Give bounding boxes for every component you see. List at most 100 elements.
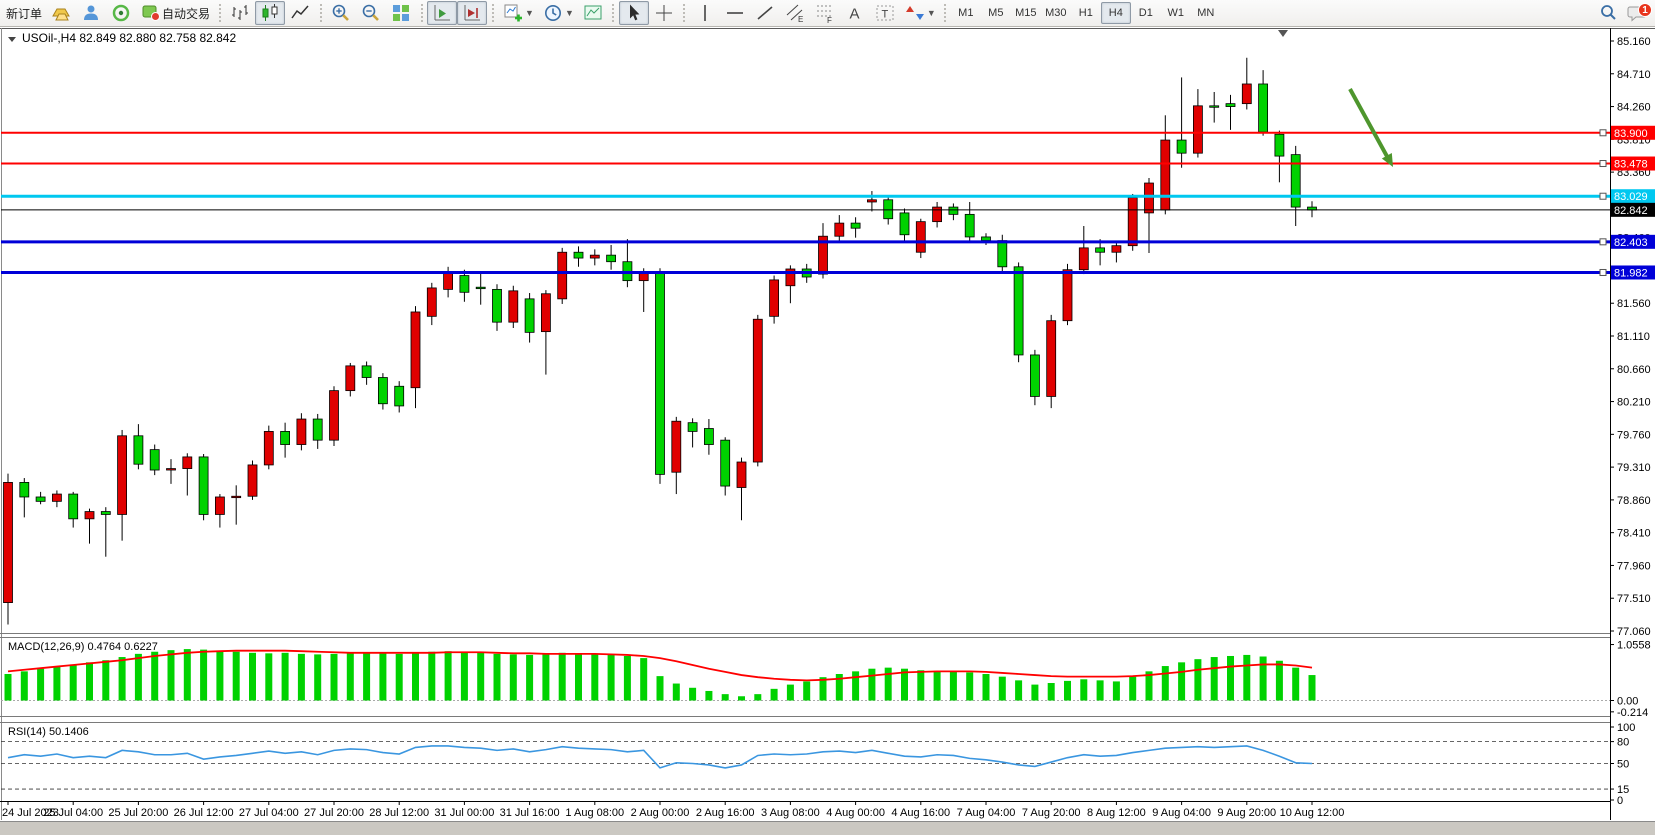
autotrade-button[interactable]: 自动交易 xyxy=(136,1,214,25)
chart-shift-button[interactable] xyxy=(457,1,487,25)
candle-body xyxy=(1063,270,1072,321)
timeframe-h4[interactable]: H4 xyxy=(1101,2,1131,24)
timeframe-m1[interactable]: M1 xyxy=(951,2,981,24)
price-tick-label: 79.760 xyxy=(1617,429,1651,441)
candle-body xyxy=(248,465,257,496)
trendline-button[interactable] xyxy=(750,1,780,25)
candle-body xyxy=(101,512,110,515)
period-dropdown-button[interactable]: ▼ xyxy=(538,1,578,25)
price-line-tag-label: 83.478 xyxy=(1614,159,1648,171)
zoom-out-button[interactable] xyxy=(356,1,386,25)
time-tick-label: 4 Aug 00:00 xyxy=(826,807,885,819)
line-handle[interactable] xyxy=(1600,269,1606,275)
chart-shift-icon xyxy=(461,2,483,24)
candle-body xyxy=(688,423,697,432)
candle-body xyxy=(1275,134,1284,156)
timeframe-m15[interactable]: M15 xyxy=(1011,2,1041,24)
notifications-button[interactable]: 1 xyxy=(1623,1,1653,25)
tile-windows-icon xyxy=(390,2,412,24)
search-button[interactable] xyxy=(1593,1,1623,25)
vertical-line-button[interactable] xyxy=(690,1,720,25)
macd-bar xyxy=(1292,668,1299,701)
candle-body xyxy=(460,276,469,293)
channel-button[interactable]: E xyxy=(780,1,810,25)
price-tick-label: 77.510 xyxy=(1617,593,1651,605)
arrow-shapes-button[interactable]: ▼ xyxy=(900,1,940,25)
timeframe-m30[interactable]: M30 xyxy=(1041,2,1071,24)
macd-bar xyxy=(314,654,321,700)
cursor-icon xyxy=(623,2,645,24)
candle-body xyxy=(1014,267,1023,355)
timeframe-w1[interactable]: W1 xyxy=(1161,2,1191,24)
time-tick-label: 1 Aug 08:00 xyxy=(565,807,624,819)
line-handle[interactable] xyxy=(1600,161,1606,167)
candle-body xyxy=(118,436,127,515)
candle-body xyxy=(1128,198,1137,246)
line-handle[interactable] xyxy=(1600,130,1606,136)
line-handle[interactable] xyxy=(1600,193,1606,199)
cursor-button[interactable] xyxy=(619,1,649,25)
macd-bar xyxy=(999,677,1006,701)
timeframe-mn[interactable]: MN xyxy=(1191,2,1221,24)
macd-axis-label: 0.00 xyxy=(1617,696,1638,708)
horizontal-line-button[interactable] xyxy=(720,1,750,25)
time-tick-label: 3 Aug 08:00 xyxy=(761,807,820,819)
candlestick-chart-button[interactable] xyxy=(255,1,285,25)
time-tick-label: 25 Jul 04:00 xyxy=(43,807,103,819)
price-line-tag-label: 83.900 xyxy=(1614,128,1648,140)
macd-bar xyxy=(1243,655,1250,701)
bar-chart-button[interactable] xyxy=(225,1,255,25)
add-indicator-icon xyxy=(502,2,524,24)
macd-bar xyxy=(983,674,990,701)
timeframe-m5[interactable]: M5 xyxy=(981,2,1011,24)
candle-body xyxy=(36,497,45,501)
candle-body xyxy=(1291,155,1300,207)
time-tick-label: 26 Jul 12:00 xyxy=(174,807,234,819)
signal-button[interactable] xyxy=(106,1,136,25)
price-line-tag-label: 83.029 xyxy=(1614,191,1648,203)
price-tick-label: 79.310 xyxy=(1617,462,1651,474)
toolbar-grip xyxy=(317,3,324,23)
macd-bar xyxy=(70,664,77,700)
candle-body xyxy=(1259,84,1268,132)
add-indicator-button[interactable]: ▼ xyxy=(498,1,538,25)
candle-body xyxy=(770,280,779,316)
fibonacci-button[interactable]: F xyxy=(810,1,840,25)
crosshair-button[interactable] xyxy=(649,1,679,25)
macd-bar xyxy=(1162,666,1169,700)
macd-bar xyxy=(1064,681,1071,701)
candle-body xyxy=(330,391,339,441)
line-handle[interactable] xyxy=(1600,239,1606,245)
rsi-axis-label: 80 xyxy=(1617,737,1629,749)
chart-window[interactable]: 85.16084.71084.26083.81083.36082.91082.4… xyxy=(0,28,1655,835)
gold-button[interactable] xyxy=(46,1,76,25)
timeframe-d1[interactable]: D1 xyxy=(1131,2,1161,24)
macd-bar xyxy=(1276,661,1283,701)
new-order-button[interactable]: 新订单 xyxy=(2,1,46,25)
macd-bar xyxy=(200,650,207,701)
community-button[interactable] xyxy=(76,1,106,25)
timeframe-group: M1M5M15M30H1H4D1W1MN xyxy=(951,2,1221,24)
macd-axis-label: -0.214 xyxy=(1617,707,1648,719)
candle-body xyxy=(590,255,599,258)
macd-bar xyxy=(216,651,223,701)
line-chart-button[interactable] xyxy=(285,1,315,25)
template-button[interactable] xyxy=(578,1,608,25)
toolbar-grip xyxy=(489,3,496,23)
zoom-in-button[interactable] xyxy=(326,1,356,25)
text-label-button[interactable]: T xyxy=(870,1,900,25)
candle-body xyxy=(1030,355,1039,397)
candle-body xyxy=(444,272,453,289)
candle-body xyxy=(395,386,404,406)
auto-scroll-button[interactable] xyxy=(427,1,457,25)
timeframe-h1[interactable]: H1 xyxy=(1071,2,1101,24)
price-chart[interactable]: 85.16084.71084.26083.81083.36082.91082.4… xyxy=(0,28,1655,835)
toolbar-grip xyxy=(681,3,688,23)
macd-bar xyxy=(233,652,240,701)
macd-bar xyxy=(445,651,452,700)
text-icon: A xyxy=(844,2,866,24)
rsi-label: RSI(14) 50.1406 xyxy=(8,726,89,738)
tile-windows-button[interactable] xyxy=(386,1,416,25)
candle-body xyxy=(1226,104,1235,107)
text-button[interactable]: A xyxy=(840,1,870,25)
